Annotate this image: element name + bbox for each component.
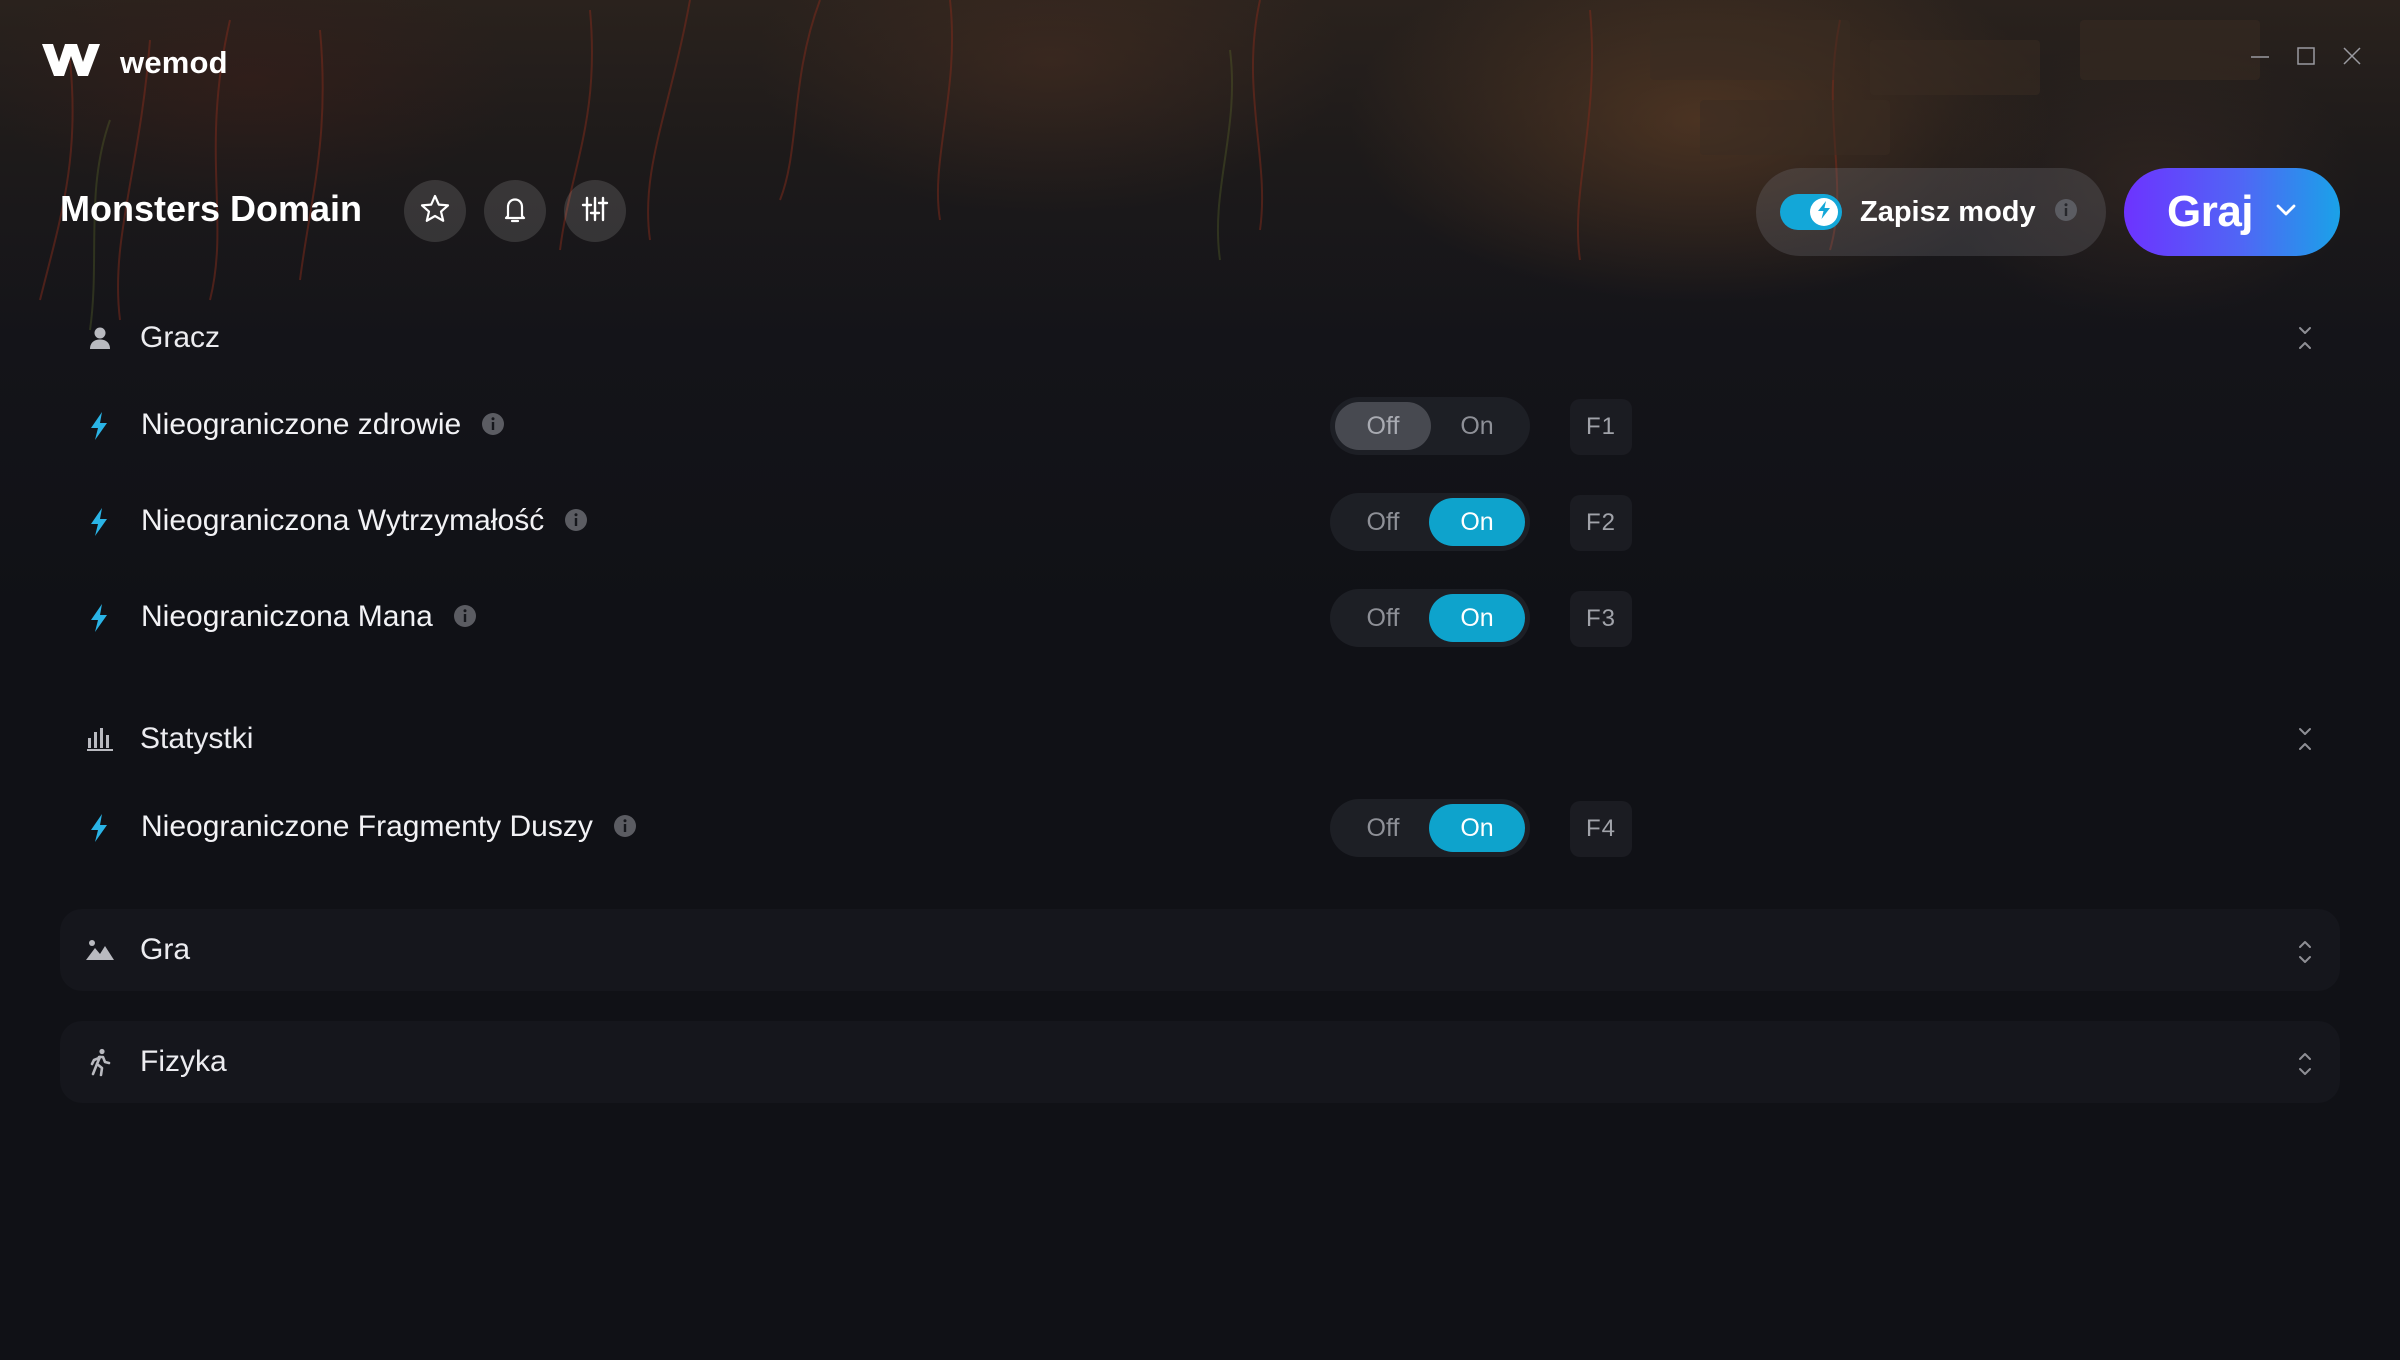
bolt-icon: [1815, 200, 1833, 225]
landscape-icon: [80, 938, 120, 962]
mod-name-text: Nieograniczone Fragmenty Duszy: [141, 810, 593, 843]
close-icon[interactable]: [2340, 44, 2364, 68]
play-label: Graj: [2166, 187, 2254, 236]
toggle-off-option[interactable]: Off: [1335, 594, 1431, 642]
window-controls: [2248, 44, 2364, 68]
toggle-on-option[interactable]: On: [1429, 402, 1525, 450]
bar-chart-icon: [80, 726, 120, 752]
wemod-logo: wemod: [40, 40, 228, 85]
mod-name-text: Nieograniczona Mana: [141, 600, 433, 633]
mod-name-text: Nieograniczona Wytrzymałość: [141, 504, 545, 537]
mod-name-text: Nieograniczone zdrowie: [141, 408, 462, 441]
maximize-icon[interactable]: [2294, 44, 2318, 68]
toggle-on-option[interactable]: On: [1429, 498, 1525, 546]
mod-name: Nieograniczona Mana: [141, 600, 477, 634]
mod-name: Nieograniczone zdrowie: [141, 408, 505, 442]
mod-row-unlimited-mana: Nieograniczona Mana Off On F3: [60, 587, 2340, 651]
section-game-label: Gra: [140, 933, 191, 966]
app-name: wemod: [120, 44, 228, 80]
running-person-icon: [80, 1047, 120, 1077]
chevron-down-icon[interactable]: [2275, 203, 2297, 222]
save-mods-toggle[interactable]: [1780, 194, 1842, 230]
section-physics-label: Fizyka: [140, 1045, 227, 1078]
settings-button[interactable]: [564, 180, 626, 242]
section-stats-header[interactable]: Statystki: [60, 707, 2340, 771]
section-player-label: Gracz: [140, 321, 221, 354]
mod-name: Nieograniczone Fragmenty Duszy: [141, 810, 637, 844]
bolt-icon: [88, 813, 110, 848]
play-button[interactable]: Graj: [2124, 168, 2340, 256]
mod-toggle: Off On: [1330, 799, 1530, 857]
hotkey-badge[interactable]: F1: [1570, 399, 1632, 455]
mod-toggle: Off On: [1330, 493, 1530, 551]
mod-toggle: Off On: [1330, 589, 1530, 647]
section-physics-header[interactable]: Fizyka: [60, 1021, 2340, 1103]
save-mods-control[interactable]: Zapisz mody: [1756, 168, 2106, 256]
mod-name: Nieograniczona Wytrzymałość: [141, 504, 588, 538]
hotkey-badge[interactable]: F4: [1570, 801, 1632, 857]
wemod-logo-icon: [40, 40, 102, 85]
collapse-icon[interactable]: [2296, 725, 2314, 758]
save-mods-label: Zapisz mody: [1860, 195, 2036, 228]
info-icon[interactable]: [564, 508, 588, 532]
person-icon: [80, 325, 120, 351]
bolt-icon: [88, 507, 110, 542]
notifications-button[interactable]: [484, 180, 546, 242]
info-icon[interactable]: [2054, 198, 2078, 227]
minimize-icon[interactable]: [2248, 44, 2272, 68]
save-mods-knob: [1810, 198, 1838, 226]
game-title: Monsters Domain: [60, 188, 363, 229]
star-icon: [419, 193, 451, 230]
game-actions: [404, 180, 626, 242]
info-icon[interactable]: [613, 814, 637, 838]
toggle-off-option[interactable]: Off: [1335, 804, 1431, 852]
section-game-header[interactable]: Gra: [60, 909, 2340, 991]
collapse-icon[interactable]: [2296, 324, 2314, 357]
mod-row-unlimited-health: Nieograniczone zdrowie Off On F1: [60, 395, 2340, 459]
toggle-off-option[interactable]: Off: [1335, 402, 1431, 450]
expand-icon[interactable]: [2296, 938, 2314, 971]
mod-toggle: Off On: [1330, 397, 1530, 455]
toggle-on-option[interactable]: On: [1429, 594, 1525, 642]
mod-row-unlimited-stamina: Nieograniczona Wytrzymałość Off On F2: [60, 491, 2340, 555]
hotkey-badge[interactable]: F3: [1570, 591, 1632, 647]
favorite-button[interactable]: [404, 180, 466, 242]
mod-row-unlimited-soul-fragments: Nieograniczone Fragmenty Duszy Off On F4: [60, 797, 2340, 861]
section-stats-label: Statystki: [140, 722, 254, 755]
info-icon[interactable]: [481, 412, 505, 436]
bell-icon: [499, 193, 531, 230]
sliders-icon: [579, 193, 611, 230]
toggle-on-option[interactable]: On: [1429, 804, 1525, 852]
bolt-icon: [88, 411, 110, 446]
section-player-header[interactable]: Gracz: [60, 306, 2340, 370]
expand-icon[interactable]: [2296, 1050, 2314, 1083]
hotkey-badge[interactable]: F2: [1570, 495, 1632, 551]
info-icon[interactable]: [453, 604, 477, 628]
toggle-off-option[interactable]: Off: [1335, 498, 1431, 546]
bolt-icon: [88, 603, 110, 638]
